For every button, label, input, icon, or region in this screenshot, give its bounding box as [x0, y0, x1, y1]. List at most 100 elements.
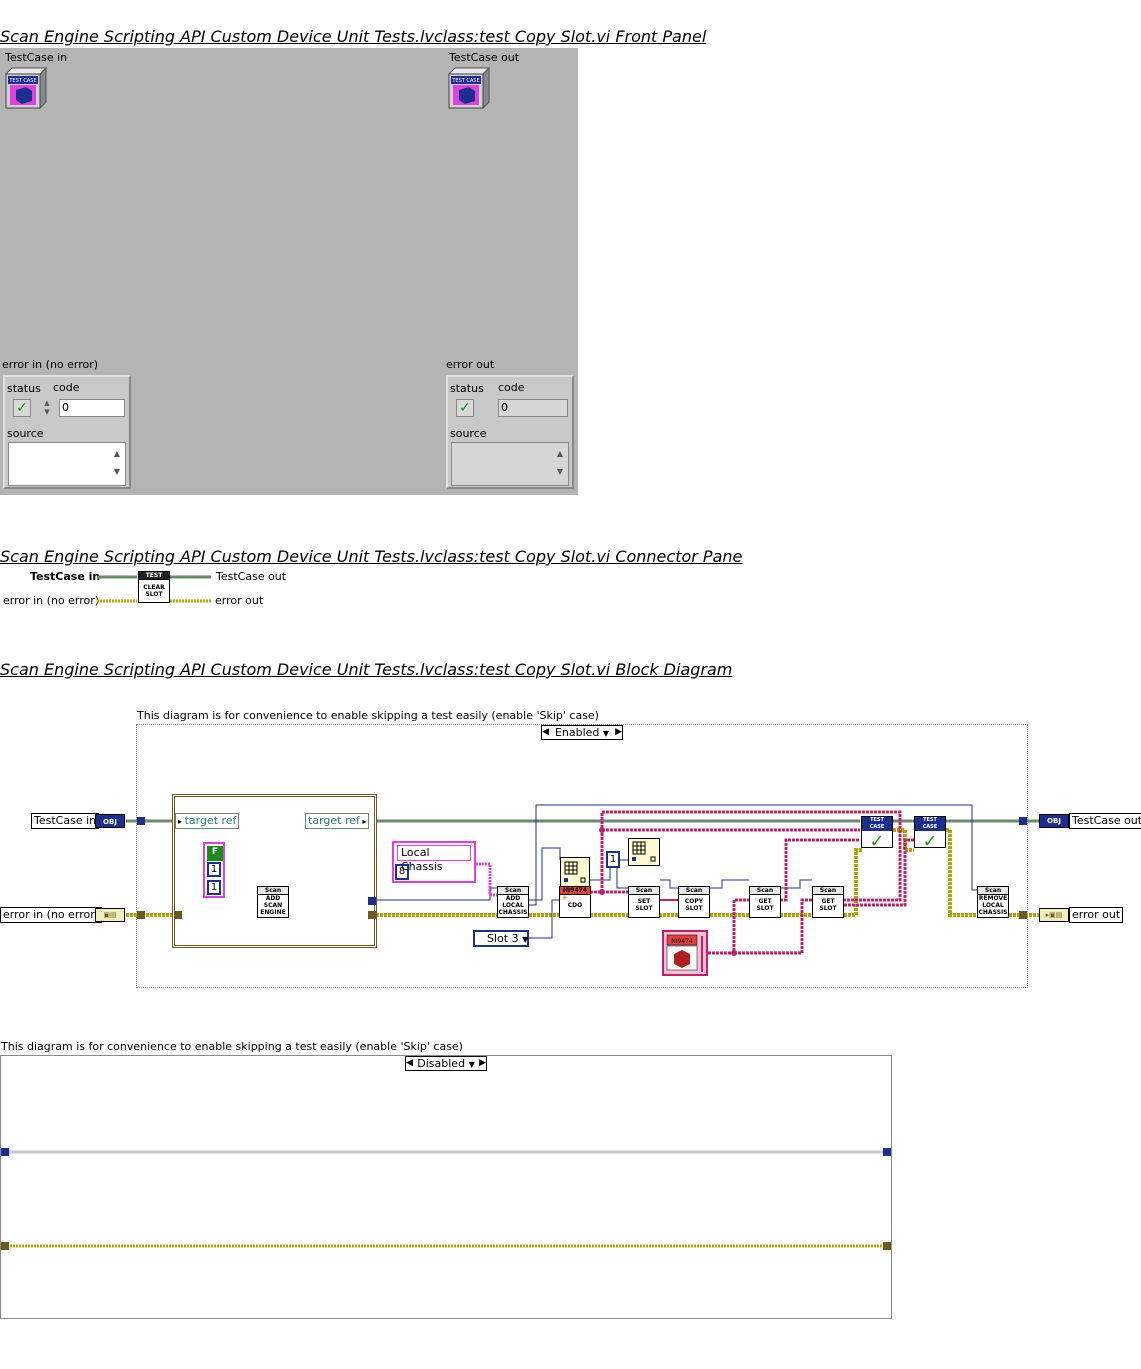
copy-slot-node[interactable]: Scan COPY SLOT — [678, 886, 710, 918]
error-in-label: error in (no error) — [2, 358, 99, 371]
node-line: CHASSIS — [978, 909, 1008, 916]
scan-header: Scan — [679, 887, 709, 895]
target-ref-left-node[interactable]: ▸ target ref — [175, 813, 240, 829]
disabled-class-tunnel-in — [1, 1148, 9, 1156]
bool-constant[interactable]: F — [207, 846, 223, 861]
testcase-in-terminal-label: TestCase in — [34, 814, 97, 827]
error-out-cluster-icon: ▸▣▤ — [1039, 908, 1069, 922]
slot-enum-label: Slot 3 — [487, 932, 519, 945]
selector-prev-icon[interactable]: ◀ — [406, 1057, 413, 1070]
scan-header: Scan — [629, 887, 659, 895]
add-local-chassis-node[interactable]: Scan ADD LOCAL CHASSIS — [497, 886, 529, 918]
scan-header: Scan — [978, 887, 1008, 895]
error-out-source-field: ▲ ▼ — [451, 442, 569, 486]
testcase-in-terminal[interactable]: TestCase in — [31, 813, 100, 829]
numeric-constant-2[interactable]: 1 — [207, 880, 221, 895]
disabled-selector-label: Disabled — [417, 1057, 466, 1070]
get-slot-node-2[interactable]: Scan GET SLOT — [812, 886, 844, 918]
node-line: SLOT — [685, 905, 703, 912]
error-out-terminal[interactable]: error out — [1069, 907, 1124, 923]
cdo-label: CDO — [567, 902, 583, 909]
remove-local-chassis-node[interactable]: Scan REMOVE LOCAL CHASSIS — [977, 886, 1009, 918]
table-icon — [632, 841, 656, 862]
table-icon — [564, 861, 586, 883]
testcase-out-terminal-label: TestCase out — [1072, 814, 1141, 827]
testcase-header: TEST CASE — [862, 817, 892, 831]
node-line: SLOT — [635, 905, 653, 912]
node-line: SET — [637, 898, 651, 905]
testcase-header: TEST CASE — [915, 817, 945, 831]
testcase-assert-node-1[interactable]: TEST CASE ✓ — [861, 816, 893, 852]
disabled-error-tunnel-out — [883, 1242, 891, 1250]
obj-icon: OBJ — [95, 814, 125, 828]
set-slot-node[interactable]: Scan SET SLOT — [628, 886, 660, 918]
cdo-node[interactable]: NI9474 ✳ CDO — [559, 886, 591, 918]
source-scrollbar[interactable]: ▲ ▼ — [554, 445, 566, 483]
node-line: GET — [758, 898, 772, 905]
error-cluster-icon: ▣▤ — [95, 908, 125, 922]
connector-pane-icon: TEST CLEAR SLOT — [138, 571, 170, 603]
node-line: LOCAL — [502, 902, 524, 909]
disabled-wires — [4, 1150, 888, 1248]
testcase-out-terminal[interactable]: TestCase out — [1069, 813, 1141, 829]
error-in-code-field[interactable]: 0 — [59, 399, 125, 417]
source-scrollbar[interactable]: ▲ ▼ — [111, 445, 123, 483]
local-chassis-string[interactable]: Local Chassis — [397, 845, 471, 873]
disabled-case-selector[interactable]: ◀ Disabled ▼ ▶ — [405, 1056, 487, 1071]
sun-icon: ✳ — [562, 894, 568, 902]
node-line: REMOVE — [978, 895, 1008, 902]
node-line: ADD — [505, 895, 521, 902]
front-panel: TestCase in TEST CASE TestCase out TEST … — [0, 48, 578, 495]
error-in-source-field[interactable]: ▲ ▼ — [8, 442, 126, 486]
target-ref-right-node[interactable]: target ref ▸ — [305, 813, 370, 829]
class-out-tunnel — [1019, 817, 1027, 825]
testcase-in-control[interactable]: TEST CASE — [2, 66, 48, 112]
enum-dropdown-icon[interactable]: ▼ — [522, 935, 528, 944]
error-out-status-label: status — [450, 382, 484, 395]
numeric-constant-1[interactable]: 1 — [207, 862, 221, 877]
testcase-out-indicator: TEST CASE — [445, 66, 491, 112]
testcase-assert-node-2[interactable]: TEST CASE ✓ — [914, 816, 946, 852]
node-line: SLOT — [756, 905, 774, 912]
ni9474-module-constant[interactable]: NI9474 — [662, 930, 708, 976]
get-slot-node-1[interactable]: Scan GET SLOT — [749, 886, 781, 918]
error-in-status-label: status — [7, 382, 41, 395]
slot-enum-constant[interactable]: Slot 3 ▼ — [473, 930, 529, 947]
array-index-node[interactable] — [628, 838, 660, 866]
error-in-terminal-label: error in (no error) — [3, 908, 100, 921]
scan-header: Scan — [750, 887, 780, 895]
disabled-class-tunnel-out — [883, 1148, 891, 1156]
selector-dropdown-icon[interactable]: ▼ — [469, 1060, 475, 1069]
error-in-code-label: code — [53, 381, 80, 394]
error-out-code-label: code — [498, 381, 525, 394]
inner-error-tunnel-left — [174, 911, 182, 919]
class-in-tunnel — [137, 817, 145, 825]
selector-next-icon[interactable]: ▶ — [479, 1057, 486, 1070]
node-line: ENGINE — [260, 909, 286, 916]
module-icon: NI9474 — [662, 930, 708, 976]
check-icon: ✓ — [922, 831, 938, 852]
cp-icon-line-2: SLOT — [145, 591, 163, 598]
node-line: COPY — [684, 898, 704, 905]
error-out-terminal-label: error out — [1072, 908, 1121, 921]
testcase-out-label: TestCase out — [449, 51, 520, 64]
error-in-terminal[interactable]: error in (no error) — [0, 907, 103, 923]
check-icon: ✓ — [869, 831, 885, 852]
scan-header: Scan — [258, 887, 288, 895]
init-cluster-constant[interactable]: F 1 1 — [203, 842, 225, 898]
index-constant[interactable]: 1 — [606, 851, 620, 868]
error-in-code-spinner[interactable]: ▲ ▼ — [41, 399, 53, 417]
block-diagram-title: Scan Engine Scripting API Custom Device … — [0, 660, 733, 679]
array-build-node[interactable] — [560, 857, 590, 887]
error-in-source-label: source — [7, 427, 44, 440]
scan-header: Scan — [813, 887, 843, 895]
error-out-cluster: status code ✓ 0 source ▲ ▼ — [446, 375, 574, 489]
connector-pane-title: Scan Engine Scripting API Custom Device … — [0, 547, 743, 566]
error-in-status-checkbox[interactable]: ✓ — [13, 399, 31, 417]
chassis-number-constant[interactable]: 8 — [395, 864, 409, 880]
disabled-error-tunnel-in — [1, 1242, 9, 1250]
error-in-tunnel — [137, 911, 145, 919]
add-scan-engine-node[interactable]: Scan ADD SCAN ENGINE — [257, 886, 289, 918]
local-chassis-constant[interactable]: Local Chassis 8 — [392, 841, 476, 883]
disabled-comment: This diagram is for convenience to enabl… — [1, 1040, 463, 1053]
